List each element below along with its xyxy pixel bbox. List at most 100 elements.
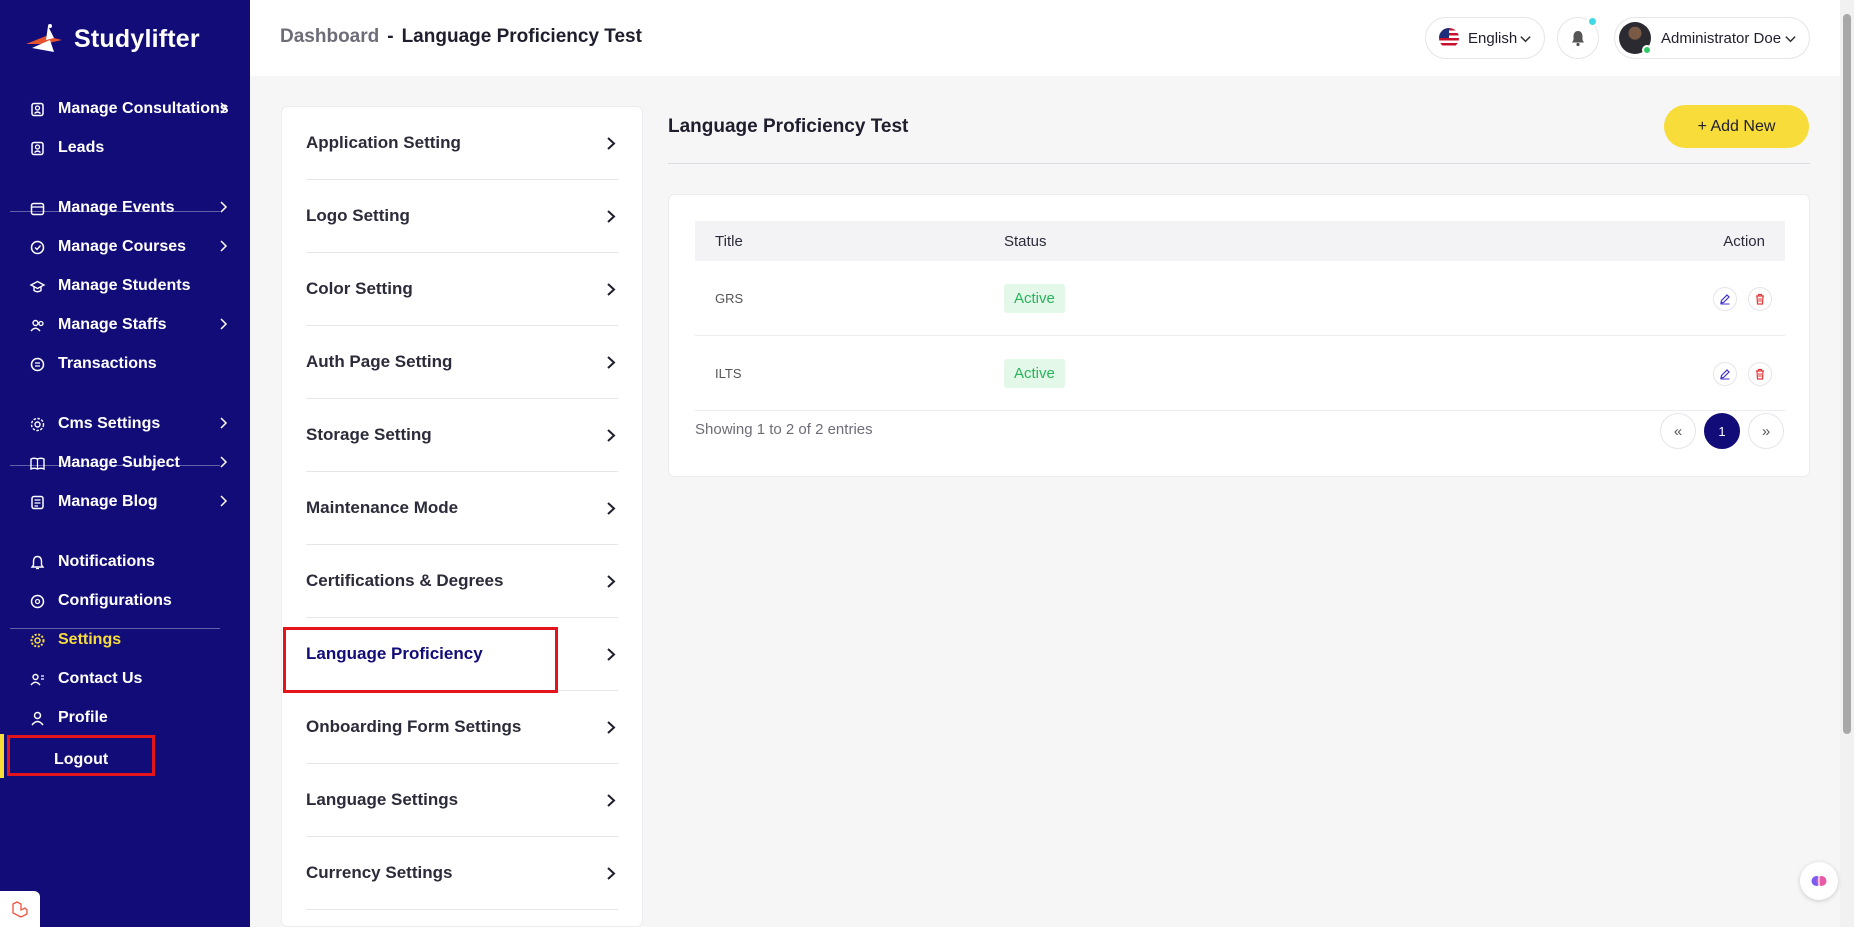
gear-icon [28, 631, 46, 649]
add-new-button[interactable]: + Add New [1664, 105, 1809, 148]
page-title: Language Proficiency Test [668, 116, 909, 137]
chevron-right-icon [607, 210, 616, 223]
sidebar-item-label: Transactions [58, 355, 157, 372]
settings-item-certifications-degrees[interactable]: Certifications & Degrees [306, 545, 618, 618]
breadcrumb-dashboard-link[interactable]: Dashboard [280, 26, 379, 48]
edit-button[interactable] [1713, 362, 1737, 386]
contact-icon [28, 670, 46, 688]
settings-item-logo-setting[interactable]: Logo Setting [306, 180, 618, 253]
user-menu[interactable]: Administrator Doe [1614, 17, 1810, 59]
brand[interactable]: Studylifter [24, 22, 200, 56]
settings-item-label: Logo Setting [306, 206, 410, 225]
chevron-right-icon [607, 721, 616, 734]
status-badge: Active [1004, 284, 1065, 313]
online-status-dot [1642, 45, 1652, 55]
pagination-prev-button[interactable]: « [1660, 413, 1696, 449]
sidebar-item-manage-courses[interactable]: Manage Courses [10, 227, 242, 267]
chevron-right-icon [220, 318, 228, 330]
column-header-action: Action [1723, 232, 1765, 250]
config-icon [28, 592, 46, 610]
pagination-page-1[interactable]: 1 [1704, 413, 1740, 449]
sidebar-item-cms-settings[interactable]: Cms Settings [10, 404, 242, 444]
sidebar-item-transactions[interactable]: Transactions [10, 344, 242, 384]
user-icon [28, 709, 46, 727]
chevron-right-icon [607, 356, 616, 369]
sidebar-item-contact-us[interactable]: Contact Us [10, 659, 242, 699]
settings-item-auth-page-setting[interactable]: Auth Page Setting [306, 326, 618, 399]
settings-item-color-setting[interactable]: Color Setting [306, 253, 618, 326]
scrollbar-thumb[interactable] [1843, 14, 1851, 734]
breadcrumb-current: Language Proficiency Test [401, 26, 642, 47]
debug-toolbar-button[interactable] [0, 891, 40, 927]
sidebar-item-label: Manage Subject [58, 454, 180, 471]
sidebar-item-notifications[interactable]: Notifications [10, 542, 242, 582]
top-header: Dashboard - Language Proficiency Test En… [250, 0, 1840, 76]
settings-item-label: Certifications & Degrees [306, 571, 504, 590]
chevron-right-icon [607, 575, 616, 588]
sidebar-item-manage-subject[interactable]: Manage Subject [10, 443, 242, 483]
settings-item-language-settings[interactable]: Language Settings [306, 764, 618, 837]
sidebar-item-label: Manage Staffs [58, 316, 167, 333]
sidebar-item-label: Manage Consultations [58, 100, 229, 117]
pagination-next-button[interactable]: » [1748, 413, 1784, 449]
chevron-right-icon [220, 495, 228, 507]
chevron-down-icon [1520, 36, 1531, 43]
edit-button[interactable] [1713, 287, 1737, 311]
sidebar-item-label: Manage Courses [58, 238, 187, 255]
row-title: GRS [715, 291, 744, 306]
chevron-right-icon [220, 417, 228, 429]
chevron-right-icon [607, 283, 616, 296]
sidebar-item-manage-staffs[interactable]: Manage Staffs [10, 305, 242, 345]
settings-item-label: Maintenance Mode [306, 498, 459, 517]
settings-highlight-box [7, 735, 155, 776]
delete-button[interactable] [1748, 287, 1772, 311]
settings-item-storage-setting[interactable]: Storage Setting [306, 399, 618, 472]
sidebar: Studylifter Manage Consultations Leads Man… [0, 0, 250, 927]
sidebar-item-label: Manage Events [58, 199, 175, 216]
floating-assistant-button[interactable] [1800, 862, 1838, 900]
sidebar-item-profile[interactable]: Profile [10, 698, 242, 738]
sidebar-item-manage-blog[interactable]: Manage Blog [10, 482, 242, 522]
blog-icon [28, 493, 46, 511]
chevron-right-icon [607, 137, 616, 150]
sidebar-item-label: Profile [58, 709, 108, 726]
table-row: ILTS Active [695, 336, 1785, 411]
laravel-icon [12, 901, 28, 918]
settings-item-application-setting[interactable]: Application Setting [306, 107, 618, 180]
sidebar-item-label: Notifications [58, 553, 155, 570]
courses-icon [28, 238, 46, 256]
transactions-icon [28, 355, 46, 373]
notification-dot [1587, 16, 1598, 27]
language-selector[interactable]: English [1425, 17, 1545, 59]
sidebar-item-settings[interactable]: Settings [10, 620, 242, 660]
chevron-right-icon [220, 240, 228, 252]
leads-icon [28, 139, 46, 157]
sidebar-item-manage-events[interactable]: Manage Events [10, 188, 242, 228]
status-badge: Active [1004, 359, 1065, 388]
bell-icon [1572, 31, 1584, 47]
book-icon [28, 454, 46, 472]
settings-item-label: Onboarding Form Settings [306, 717, 522, 736]
row-title: ILTS [715, 366, 742, 381]
settings-item-onboarding-form-settings[interactable]: Onboarding Form Settings [306, 691, 618, 764]
sidebar-item-manage-consultations[interactable]: Manage Consultations [10, 89, 242, 129]
sidebar-item-label: Contact Us [58, 670, 143, 687]
settings-item-maintenance-mode[interactable]: Maintenance Mode [306, 472, 618, 545]
column-header-title: Title [715, 232, 743, 250]
delete-button[interactable] [1748, 362, 1772, 386]
settings-item-currency-settings[interactable]: Currency Settings [306, 837, 618, 910]
chevron-right-icon [607, 867, 616, 880]
sidebar-item-label: Configurations [58, 592, 172, 609]
title-divider [668, 163, 1810, 164]
bell-icon [28, 553, 46, 571]
sidebar-item-leads[interactable]: Leads [10, 128, 242, 168]
consultation-icon [28, 100, 46, 118]
sidebar-item-configurations[interactable]: Configurations [10, 581, 242, 621]
students-icon [28, 277, 46, 295]
language-proficiency-highlight-box [283, 627, 558, 693]
avatar [1619, 22, 1652, 55]
settings-item-label: Auth Page Setting [306, 352, 453, 371]
sidebar-item-manage-students[interactable]: Manage Students [10, 266, 242, 306]
column-header-status: Status [1004, 232, 1047, 250]
chevron-right-icon [220, 102, 228, 114]
